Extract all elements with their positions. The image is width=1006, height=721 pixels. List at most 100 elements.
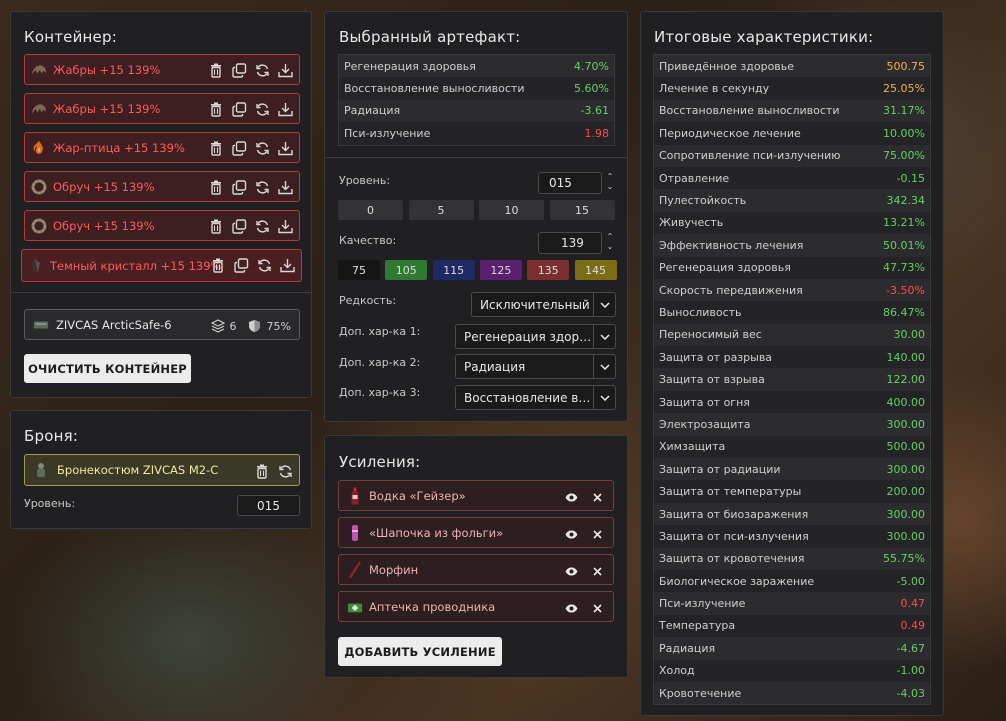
trash-icon[interactable] <box>208 62 224 78</box>
chevron-up-icon[interactable]: ⌃ <box>605 232 615 242</box>
eye-icon[interactable] <box>563 600 579 616</box>
close-icon[interactable] <box>589 563 605 579</box>
rarity-select[interactable]: Исключительный <box>471 292 616 317</box>
refresh-icon[interactable] <box>254 101 270 117</box>
refresh-icon[interactable] <box>254 218 270 234</box>
quality-input[interactable]: 139 <box>538 232 602 254</box>
stat-value: 122.00 <box>886 373 926 387</box>
total-stat-row: Защита от взрыва 122.00 <box>654 368 930 391</box>
armor-item-label: Бронекостюм ZIVCAS M2-C <box>57 463 219 477</box>
total-stat-row: Регенерация здоровья 47.73% <box>654 256 930 279</box>
container-case-label: ZIVCAS ArcticSafe-6 <box>56 317 172 332</box>
refresh-icon[interactable] <box>254 140 270 156</box>
trash-icon[interactable] <box>210 257 226 273</box>
quality-preset-button[interactable]: 135 <box>527 260 570 280</box>
quality-preset-button[interactable]: 75 <box>338 260 380 280</box>
level-preset-button[interactable]: 5 <box>408 200 474 220</box>
boost-item[interactable]: Аптечка проводника <box>338 591 614 622</box>
copy-icon[interactable] <box>231 62 247 78</box>
stat-value: -3.61 <box>580 104 609 118</box>
chevron-down-icon[interactable]: ⌄ <box>605 242 615 252</box>
container-artifact-item[interactable]: Темный кристалл +15 139% <box>21 249 302 282</box>
quality-preset-button[interactable]: 145 <box>574 260 617 280</box>
total-stat-row: Восстановление выносливости 31.17% <box>654 99 930 123</box>
refresh-icon[interactable] <box>254 62 270 78</box>
total-stat-row: Выносливость 86.47% <box>654 301 930 324</box>
total-stat-row: Температура 0.49 <box>654 614 930 638</box>
download-icon[interactable] <box>277 101 293 117</box>
refresh-icon[interactable] <box>256 257 272 273</box>
download-icon[interactable] <box>279 257 295 273</box>
armor-item[interactable]: Бронекостюм ZIVCAS M2-C <box>24 454 300 486</box>
extra1-select[interactable]: Регенерация здоровья <box>455 324 616 349</box>
trash-icon[interactable] <box>208 101 224 117</box>
foil-hat-icon <box>347 524 363 541</box>
extra3-select[interactable]: Восстановление выносливости <box>455 385 616 410</box>
trash-icon[interactable] <box>254 463 270 479</box>
totals-title: Итоговые характеристики: <box>654 28 874 46</box>
stat-name: Защита от радиации <box>659 462 781 476</box>
container-artifact-item[interactable]: Жар-птица +15 139% <box>24 132 300 163</box>
download-icon[interactable] <box>277 62 293 78</box>
boost-item-label: «Шапочка из фольги» <box>369 525 504 540</box>
eye-icon[interactable] <box>563 563 579 579</box>
stat-name: Выносливость <box>659 305 742 319</box>
trash-icon[interactable] <box>208 218 224 234</box>
download-icon[interactable] <box>277 218 293 234</box>
stat-name: Защита от взрыва <box>659 373 765 387</box>
level-stepper[interactable]: ⌃ ⌄ <box>605 172 615 194</box>
container-case-item[interactable]: ZIVCAS ArcticSafe-6 6 75% <box>24 309 300 340</box>
stat-name: Радиация <box>659 641 716 655</box>
close-icon[interactable] <box>589 526 605 542</box>
quality-stepper[interactable]: ⌃ ⌄ <box>605 232 615 254</box>
eye-icon[interactable] <box>563 526 579 542</box>
artifact-panel: Выбранный артефакт: Регенерация здоровья… <box>324 11 628 422</box>
boost-item[interactable]: «Шапочка из фольги» <box>338 517 614 548</box>
armor-level-input[interactable]: 015 <box>237 495 300 516</box>
total-stat-row: Кровотечение -4.03 <box>654 681 930 705</box>
quality-preset-button[interactable]: 115 <box>432 260 475 280</box>
copy-icon[interactable] <box>231 218 247 234</box>
copy-icon[interactable] <box>231 101 247 117</box>
refresh-icon[interactable] <box>254 179 270 195</box>
level-preset-button[interactable]: 10 <box>479 200 544 220</box>
chevron-down-icon[interactable] <box>593 386 615 409</box>
quality-preset-button[interactable]: 125 <box>479 260 522 280</box>
boost-item[interactable]: Водка «Гейзер» <box>338 480 614 511</box>
container-artifact-item[interactable]: Обруч +15 139% <box>24 171 300 202</box>
container-artifact-item[interactable]: Обруч +15 139% <box>24 210 300 241</box>
stat-name: Холод <box>659 664 695 678</box>
stat-value: 0.49 <box>900 619 926 633</box>
stat-name: Приведённое здоровье <box>659 59 795 73</box>
close-icon[interactable] <box>589 600 605 616</box>
level-preset-button[interactable]: 15 <box>549 200 615 220</box>
chevron-down-icon[interactable] <box>593 355 615 378</box>
boost-item[interactable]: Морфин <box>338 554 614 585</box>
download-icon[interactable] <box>277 179 293 195</box>
boosts-panel: Усиления: Водка «Гейзер» «Шапочка из фоль… <box>324 435 628 678</box>
stat-name: Биологическое заражение <box>659 574 815 588</box>
copy-icon[interactable] <box>231 140 247 156</box>
refresh-icon[interactable] <box>277 463 293 479</box>
container-artifact-item[interactable]: Жабры +15 139% <box>24 93 300 124</box>
stat-value: -0.15 <box>896 171 925 185</box>
level-preset-button[interactable]: 0 <box>338 200 403 220</box>
total-stat-row: Защита от пси-излучения 300.00 <box>654 525 930 548</box>
trash-icon[interactable] <box>208 179 224 195</box>
chevron-up-icon[interactable]: ⌃ <box>605 172 615 182</box>
copy-icon[interactable] <box>231 179 247 195</box>
chevron-down-icon[interactable] <box>593 325 615 348</box>
close-icon[interactable] <box>589 489 605 505</box>
quality-preset-button[interactable]: 105 <box>385 260 428 280</box>
download-icon[interactable] <box>277 140 293 156</box>
extra2-select[interactable]: Радиация <box>455 354 616 379</box>
artifact-level-input[interactable]: 015 <box>538 172 602 194</box>
eye-icon[interactable] <box>563 489 579 505</box>
chevron-down-icon[interactable]: ⌄ <box>605 182 615 192</box>
trash-icon[interactable] <box>208 140 224 156</box>
add-boost-button[interactable]: ДОБАВИТЬ УСИЛЕНИЕ <box>338 637 502 666</box>
clear-container-button[interactable]: ОЧИСТИТЬ КОНТЕЙНЕР <box>24 354 191 383</box>
copy-icon[interactable] <box>233 257 249 273</box>
container-artifact-item[interactable]: Жабры +15 139% <box>24 54 300 85</box>
chevron-down-icon[interactable] <box>593 293 615 316</box>
